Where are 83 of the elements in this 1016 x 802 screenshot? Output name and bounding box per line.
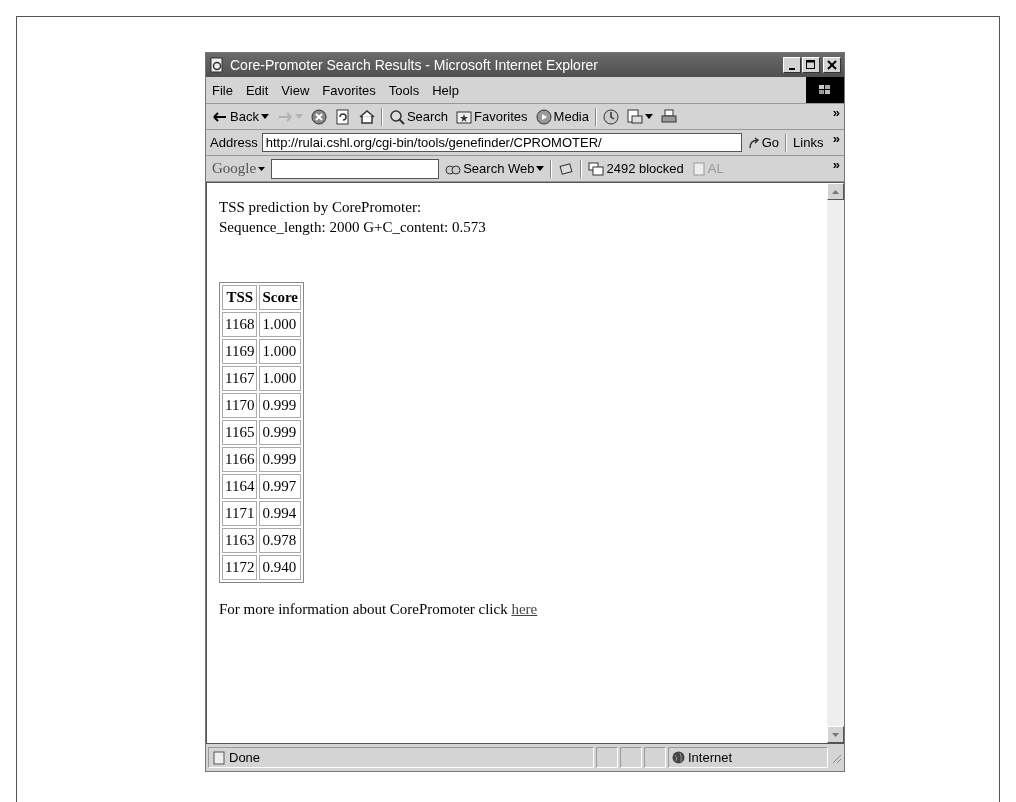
clock-icon (603, 108, 619, 125)
chevron-button[interactable]: » (832, 157, 840, 172)
document-icon (209, 57, 225, 73)
search-field[interactable] (271, 158, 440, 179)
search-button[interactable]: Search (386, 108, 451, 125)
menu-item[interactable]: Favorites (322, 82, 376, 98)
maximize-button[interactable] (802, 57, 820, 73)
google-logo-button[interactable]: Google (210, 160, 268, 177)
close-button[interactable] (823, 57, 841, 73)
result-text: Sequence_length: 2000 G+C_content: 0.573 (219, 218, 487, 237)
play-icon (535, 108, 552, 125)
down-arrow-icon[interactable] (832, 732, 839, 737)
media-button[interactable]: Media (533, 108, 591, 125)
minimize-button[interactable] (783, 57, 801, 73)
table-cell: 1172 (222, 555, 258, 580)
go-button[interactable]: Go (745, 135, 782, 150)
table-cell: 0.940 (259, 555, 301, 580)
curved-arrow-icon (747, 136, 760, 149)
up-arrow-icon[interactable] (832, 189, 839, 194)
print-button[interactable] (659, 108, 679, 125)
column-header: Score (259, 285, 301, 310)
table-cell: 1170 (222, 393, 258, 418)
status-pane (596, 747, 618, 768)
window-title: Core-Promoter Search Results - Microsoft Internet Explorer (230, 57, 599, 73)
page-icon (212, 750, 226, 765)
here-link[interactable]: here (511, 601, 538, 617)
address-label: Address (210, 135, 258, 150)
table-cell: 1164 (222, 474, 258, 499)
caret-icon (536, 166, 545, 171)
table-cell: 1168 (222, 312, 258, 337)
maximize-icon (806, 60, 816, 70)
search-icon (388, 108, 405, 125)
column-header: TSS (222, 285, 258, 310)
menu-item[interactable]: File (212, 82, 233, 98)
table-cell: 1169 (222, 339, 258, 364)
popup-blocker-button[interactable]: 2492 blocked (586, 161, 686, 176)
table-cell: 0.999 (259, 447, 301, 472)
menu-item[interactable]: Help (432, 82, 459, 98)
zone-text: Internet (688, 750, 733, 765)
info-text: For more information about CorePromoter click here (219, 601, 539, 618)
status-pane (620, 747, 642, 768)
table-cell: 1.000 (259, 366, 301, 391)
favorites-button[interactable]: Favorites (454, 108, 530, 125)
table-cell: 1167 (222, 366, 258, 391)
globe-icon (672, 751, 685, 764)
table-cell: 1166 (222, 447, 258, 472)
table-cell: 0.999 (259, 420, 301, 445)
table-cell: 1.000 (259, 339, 301, 364)
mail-button[interactable] (625, 108, 655, 125)
minimize-icon (789, 67, 795, 70)
home-icon (358, 108, 375, 125)
table-cell: 0.999 (259, 393, 301, 418)
address-field[interactable]: http://rulai.cshl.org/cgi-bin/tools/genefinder/CPROMOTER/ (261, 133, 742, 152)
table-cell: 0.978 (259, 528, 301, 553)
links-button[interactable]: Links (791, 135, 826, 150)
result-text: TSS prediction by CorePromoter: (219, 198, 423, 217)
table-cell: 0.997 (259, 474, 301, 499)
caret-icon (258, 166, 266, 171)
menu-item[interactable]: View (281, 82, 310, 98)
printer-icon (661, 108, 677, 125)
stop-button[interactable] (308, 108, 329, 125)
table-cell: 0.994 (259, 501, 301, 526)
table-cell: 1165 (222, 420, 258, 445)
chevron-button[interactable]: » (832, 131, 840, 146)
windows-icon (588, 161, 605, 176)
star-folder-icon (456, 108, 473, 125)
status-pane (644, 747, 666, 768)
close-icon (827, 60, 837, 70)
search-web-button[interactable]: Search Web (443, 161, 547, 176)
menu-item[interactable]: Tools (388, 82, 420, 98)
scrollbar[interactable] (827, 183, 844, 743)
status-text: Done (229, 750, 261, 765)
refresh-icon (334, 108, 351, 125)
forward-arrow-icon (276, 109, 293, 124)
stop-icon (310, 108, 327, 125)
back-button[interactable]: Back (210, 109, 271, 124)
chevron-button[interactable]: » (832, 105, 840, 120)
history-button[interactable] (601, 108, 621, 125)
menu-item[interactable]: Edit (245, 82, 269, 98)
back-arrow-icon (212, 109, 228, 124)
table-cell: 1171 (222, 501, 258, 526)
table-cell: 1.000 (259, 312, 301, 337)
table-cell: 1163 (222, 528, 258, 553)
